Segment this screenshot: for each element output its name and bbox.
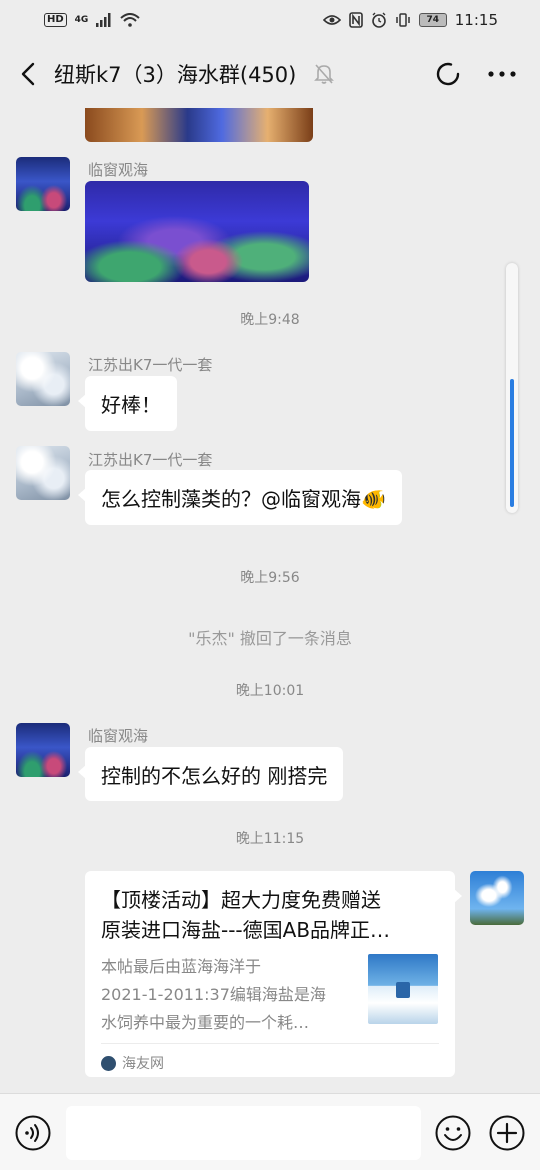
sender-name: 临窗观海 xyxy=(88,727,149,745)
link-card-title: 【顶楼活动】超大力度免费赠送 原装进口海盐---德国AB品牌正… xyxy=(101,885,441,945)
link-card-description: 本帖最后由蓝海海洋于 2021-1-2011:37编辑海盐是海 水饲养中最为重要… xyxy=(101,953,351,1037)
vibrate-icon xyxy=(396,13,410,27)
battery-icon: 74 xyxy=(418,13,447,27)
scrollbar[interactable] xyxy=(506,263,518,513)
hd-badge: HD xyxy=(44,13,67,27)
status-time: 11:15 xyxy=(454,11,498,29)
network-type: 4G xyxy=(74,15,89,25)
plus-icon[interactable] xyxy=(488,1114,526,1152)
sender-name: 临窗观海 xyxy=(88,161,149,179)
sender-name: 江苏出K7一代一套 xyxy=(88,356,213,374)
source-logo-icon xyxy=(101,1055,116,1071)
divider xyxy=(101,1043,439,1044)
status-bar: HD 4G 74 11:15 xyxy=(0,0,540,40)
alarm-icon xyxy=(371,12,386,28)
link-card-thumbnail xyxy=(368,954,438,1024)
link-card-title-line: 原装进口海盐---德国AB品牌正… xyxy=(101,918,391,942)
link-card-source: 海友网 xyxy=(101,1053,164,1073)
input-bar xyxy=(0,1093,540,1170)
wifi-icon xyxy=(120,13,140,27)
back-arrow-icon[interactable] xyxy=(14,56,44,92)
more-options-icon[interactable] xyxy=(486,64,518,84)
message-input[interactable] xyxy=(66,1106,421,1160)
my-avatar[interactable] xyxy=(470,871,524,925)
avatar[interactable] xyxy=(16,723,70,777)
image-message[interactable] xyxy=(85,181,309,282)
mute-bell-icon xyxy=(314,64,334,84)
timestamp: 晚上9:56 xyxy=(240,570,300,586)
nfc-icon xyxy=(348,12,363,28)
message-bubble[interactable]: 好棒！ xyxy=(78,376,177,431)
message-bubble[interactable]: 怎么控制藻类的？@临窗观海🐠 xyxy=(78,470,402,525)
sender-name: 江苏出K7一代一套 xyxy=(88,451,213,469)
image-message-partial[interactable] xyxy=(85,108,313,142)
page-title: 纽斯k7（3）海水群(450) xyxy=(54,63,297,87)
avatar[interactable] xyxy=(16,446,70,500)
emoji-icon[interactable] xyxy=(434,1114,472,1152)
timestamp: 晚上10:01 xyxy=(235,683,305,699)
signal-icon xyxy=(96,13,111,27)
timestamp: 晚上9:48 xyxy=(240,312,300,328)
eye-icon xyxy=(322,15,341,25)
mini-program-icon[interactable] xyxy=(434,60,462,88)
link-card-desc-line: 水饲养中最为重要的一个耗… xyxy=(101,1013,310,1032)
avatar[interactable] xyxy=(16,157,70,211)
link-card-title-line: 【顶楼活动】超大力度免费赠送 xyxy=(101,888,381,912)
link-card-desc-line: 本帖最后由蓝海海洋于 xyxy=(101,957,262,976)
message-bubble[interactable]: 控制的不怎么好的 刚搭完 xyxy=(77,747,344,801)
voice-icon[interactable] xyxy=(14,1114,52,1152)
recall-notice: "乐杰" 撤回了一条消息 xyxy=(188,629,352,648)
chat-header: 纽斯k7（3）海水群(450) xyxy=(0,40,540,108)
source-name: 海友网 xyxy=(122,1056,164,1072)
timestamp: 晚上11:15 xyxy=(235,831,305,847)
scrollbar-thumb[interactable] xyxy=(510,379,514,507)
link-card[interactable]: 【顶楼活动】超大力度免费赠送 原装进口海盐---德国AB品牌正… 本帖最后由蓝海… xyxy=(85,871,462,1077)
link-card-desc-line: 2021-1-2011:37编辑海盐是海 xyxy=(101,985,326,1004)
avatar[interactable] xyxy=(16,352,70,406)
message-list[interactable]: 临窗观海 晚上9:48 江苏出K7一代一套 好棒！ 江苏出K7一代一套 怎么控制… xyxy=(0,108,540,1093)
